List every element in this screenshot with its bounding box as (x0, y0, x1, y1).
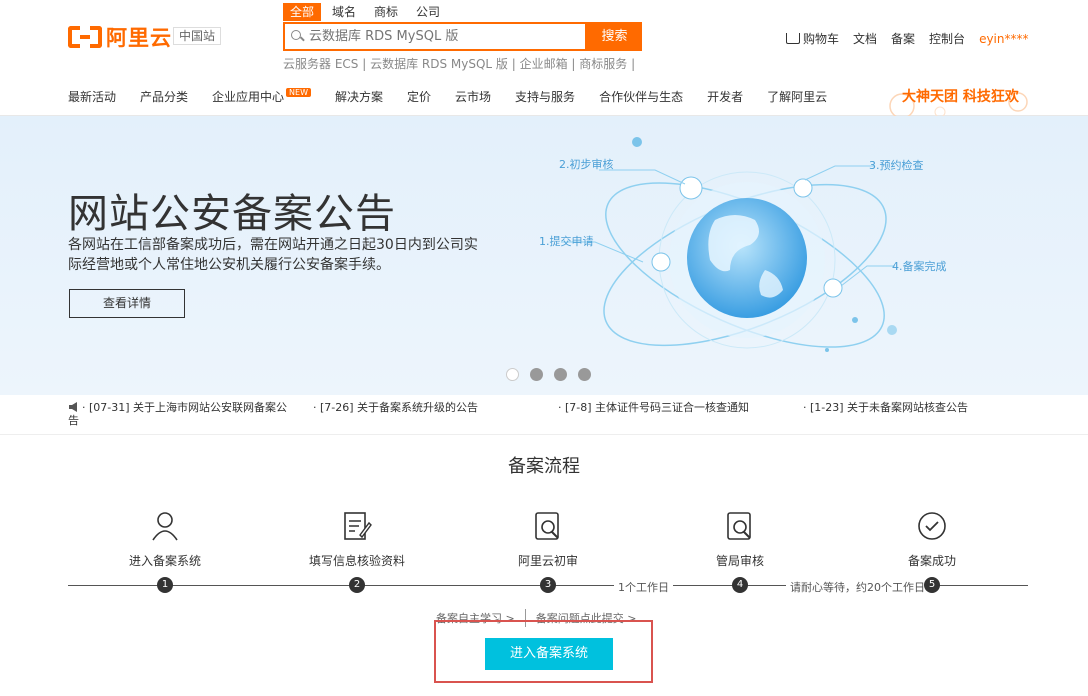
view-details-button[interactable]: 查看详情 (69, 289, 185, 318)
nav-item-solutions[interactable]: 解决方案 (335, 88, 383, 105)
filing-link[interactable]: 备案 (891, 30, 915, 47)
cart-icon (786, 33, 800, 44)
flow-step-number: 5 (924, 577, 940, 593)
aliyun-logo-icon (68, 26, 102, 48)
flow-step-5: 备案成功 (867, 510, 997, 569)
flow-step-number: 2 (349, 577, 365, 593)
nav-item-activities[interactable]: 最新活动 (68, 88, 116, 105)
globe-step-review: 2.初步审核 (559, 157, 614, 171)
notice-item-1[interactable]: · [07-31] 关于上海市网站公安联网备案公告 (68, 401, 293, 427)
search-tab-company[interactable]: 公司 (409, 3, 447, 21)
banner-title: 网站公安备案公告 (68, 191, 396, 237)
flow-step-number: 1 (157, 577, 173, 593)
search-input[interactable] (309, 29, 579, 44)
hot-search-links[interactable]: 云服务器 ECS | 云数据库 RDS MySQL 版 | 企业邮箱 | 商标服… (283, 55, 635, 72)
promo-banner[interactable]: 大神天团 科技狂欢 (902, 86, 1019, 106)
main-nav: 最新活动 产品分类 企业应用中心 NEW 解决方案 定价 云市场 支持与服务 合作… (68, 88, 851, 105)
flow-step-label: 进入备案系统 (128, 554, 201, 568)
flow-step-4: 管局审核 (675, 510, 805, 569)
banner-subtitle: 各网站在工信部备案成功后，需在网站开通之日起30日内到公司实际经营地或个人常住地… (68, 237, 478, 273)
brand-name: 阿里云 (106, 26, 172, 50)
new-badge: NEW (286, 88, 311, 97)
notice-item-3[interactable]: · [7-8] 主体证件号码三证合一核查通知 (558, 401, 749, 414)
search-tab-trademark[interactable]: 商标 (367, 3, 405, 21)
top-links: 购物车 文档 备案 控制台 eyin**** (786, 30, 1043, 47)
nav-item-developers[interactable]: 开发者 (707, 88, 743, 105)
flow-step-label: 管局审核 (715, 554, 764, 568)
notice-item-4[interactable]: · [1-23] 关于未备案网站核查公告 (803, 401, 968, 414)
nav-item-marketplace[interactable]: 云市场 (455, 88, 491, 105)
nav-item-products[interactable]: 产品分类 (140, 88, 188, 105)
search-review-icon (535, 512, 559, 540)
carousel-dot-3[interactable] (554, 368, 567, 381)
carousel-dots (506, 368, 602, 381)
search-tab-domain[interactable]: 域名 (325, 3, 363, 21)
flow-note-approval-time: 请耐心等待，约20个工作日 (786, 579, 925, 595)
carousel-dot-4[interactable] (578, 368, 591, 381)
form-edit-icon (344, 512, 372, 540)
nav-item-partners[interactable]: 合作伙伴与生态 (599, 88, 683, 105)
user-icon (152, 512, 178, 541)
flow-step-3: 阿里云初审 (483, 510, 613, 569)
search-review-icon (727, 512, 751, 540)
search-tabs: 全部 域名 商标 公司 (283, 3, 451, 21)
cart-link[interactable]: 购物车 (786, 30, 839, 47)
notice-bar: · [07-31] 关于上海市网站公安联网备案公告 · [7-26] 关于备案系… (0, 395, 1088, 435)
flow-step-1: 进入备案系统 (100, 510, 230, 569)
enter-filing-system-button[interactable]: 进入备案系统 (485, 638, 613, 670)
flow-note-review-time: 1个工作日 (614, 579, 673, 595)
flow-step-label: 阿里云初审 (517, 554, 578, 568)
notice-item-2[interactable]: · [7-26] 关于备案系统升级的公告 (313, 401, 478, 414)
flow-step-label: 备案成功 (907, 554, 956, 568)
console-link[interactable]: 控制台 (929, 30, 965, 47)
user-account[interactable]: eyin**** (979, 32, 1028, 46)
docs-link[interactable]: 文档 (853, 30, 877, 47)
flow-step-number: 3 (540, 577, 556, 593)
carousel-dot-2[interactable] (530, 368, 543, 381)
search-icon (291, 29, 305, 44)
top-header: 阿里云 中国站 全部 域名 商标 公司 搜索 云服务器 ECS | 云数据库 R… (0, 0, 1088, 116)
site-selector[interactable]: 中国站 (173, 27, 222, 45)
flow-step-number: 4 (732, 577, 748, 593)
globe-step-submit: 1.提交申请 (539, 234, 594, 248)
search-box (283, 22, 587, 51)
check-circle-icon (918, 512, 946, 540)
nav-item-pricing[interactable]: 定价 (407, 88, 431, 105)
globe-step-complete: 4.备案完成 (892, 259, 947, 273)
search-tab-all[interactable]: 全部 (283, 3, 322, 21)
globe-step-inspect: 3.预约检查 (869, 158, 924, 172)
aliyun-logo[interactable]: 阿里云 (68, 25, 172, 50)
carousel-dot-1[interactable] (506, 368, 519, 381)
flow-title: 备案流程 (508, 456, 580, 477)
nav-item-support[interactable]: 支持与服务 (515, 88, 575, 105)
flow-step-2: 填写信息核验资料 (292, 510, 422, 569)
flow-step-label: 填写信息核验资料 (308, 554, 405, 568)
nav-item-enterprise-apps[interactable]: 企业应用中心 NEW (212, 88, 311, 105)
nav-item-about[interactable]: 了解阿里云 (767, 88, 827, 105)
globe-illustration: 1.提交申请 2.初步审核 3.预约检查 4.备案完成 (539, 137, 947, 352)
search-button[interactable]: 搜索 (587, 22, 642, 51)
